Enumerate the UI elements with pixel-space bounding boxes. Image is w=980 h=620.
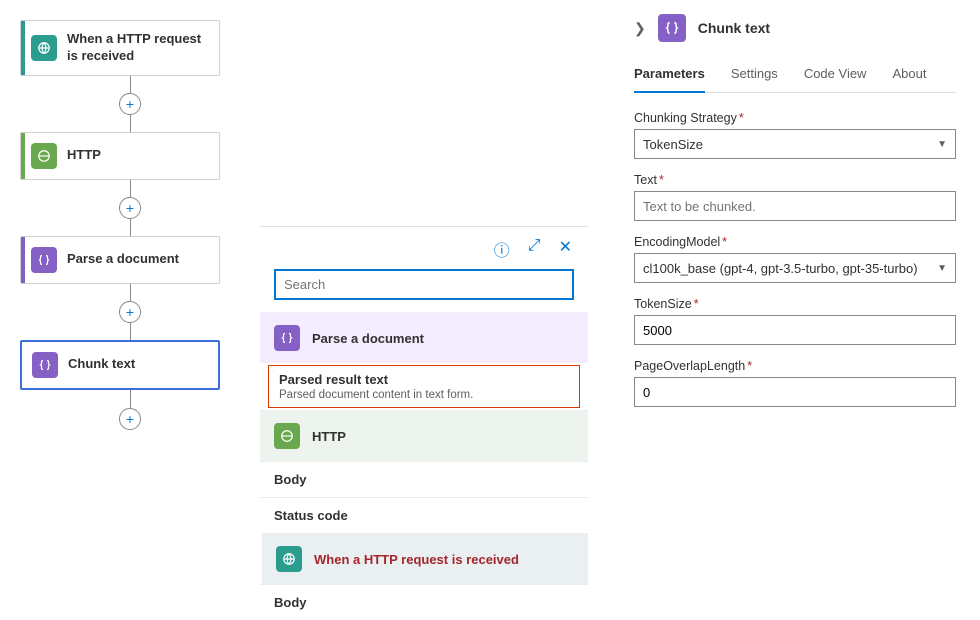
flow-canvas: When a HTTP request is received + HTTP +… [20, 20, 240, 430]
node-label: Chunk text [68, 356, 135, 373]
braces-icon [658, 14, 686, 42]
tab-settings[interactable]: Settings [731, 60, 778, 92]
search-input[interactable] [274, 269, 574, 300]
add-step-button[interactable]: + [119, 93, 141, 115]
input-tokensize[interactable] [634, 315, 956, 345]
connector: + [20, 390, 240, 430]
label-tokensize: TokenSize* [634, 297, 956, 311]
label-encoding: EncodingModel* [634, 235, 956, 249]
connector: + [20, 284, 240, 340]
tab-parameters[interactable]: Parameters [634, 60, 705, 93]
connector: + [20, 76, 240, 132]
node-label: When a HTTP request is received [67, 31, 209, 65]
chevron-down-icon: ▼ [937, 263, 947, 274]
braces-icon [31, 247, 57, 273]
expand-icon[interactable]: ⤢ [528, 237, 541, 261]
collapse-icon[interactable]: ❯ [634, 20, 646, 37]
add-step-button[interactable]: + [119, 408, 141, 430]
http-icon [31, 143, 57, 169]
node-chunk-text[interactable]: Chunk text [20, 340, 220, 390]
select-encoding[interactable]: cl100k_base (gpt-4, gpt-3.5-turbo, gpt-3… [634, 253, 956, 283]
node-http-request[interactable]: When a HTTP request is received [20, 20, 220, 76]
add-step-button[interactable]: + [119, 197, 141, 219]
popup-item-parsed-result[interactable]: Parsed result text Parsed document conte… [268, 365, 580, 408]
properties-panel: ❯ Chunk text Parameters Settings Code Vi… [610, 0, 980, 620]
braces-icon [32, 352, 58, 378]
braces-icon [274, 325, 300, 351]
tab-about[interactable]: About [892, 60, 926, 92]
request-icon [31, 35, 57, 61]
input-overlap[interactable] [634, 377, 956, 407]
popup-item-body2[interactable]: Body [260, 584, 588, 620]
label-text: Text* [634, 173, 956, 187]
node-parse-document[interactable]: Parse a document [20, 236, 220, 284]
label-strategy: Chunking Strategy* [634, 111, 956, 125]
http-icon [274, 423, 300, 449]
tab-codeview[interactable]: Code View [804, 60, 867, 92]
add-step-button[interactable]: + [119, 301, 141, 323]
info-icon[interactable]: ⓘ [494, 237, 510, 261]
input-text[interactable] [634, 191, 956, 221]
label-overlap: PageOverlapLength* [634, 359, 956, 373]
node-http[interactable]: HTTP [20, 132, 220, 180]
select-strategy[interactable]: TokenSize▼ [634, 129, 956, 159]
popup-item-body[interactable]: Body [260, 461, 588, 497]
node-label: HTTP [67, 147, 101, 164]
chevron-down-icon: ▼ [937, 139, 947, 150]
close-icon[interactable]: ✕ [559, 237, 572, 261]
popup-group-parse[interactable]: Parse a document [260, 312, 588, 363]
connector: + [20, 180, 240, 236]
popup-item-status[interactable]: Status code [260, 497, 588, 533]
popup-group-http[interactable]: HTTP [260, 410, 588, 461]
panel-tabs: Parameters Settings Code View About [634, 60, 956, 93]
node-label: Parse a document [67, 251, 179, 268]
dynamic-content-popup: ⓘ ⤢ ✕ Parse a document Parsed result tex… [260, 226, 588, 620]
popup-group-request[interactable]: When a HTTP request is received [262, 533, 588, 584]
request-icon [276, 546, 302, 572]
panel-title: Chunk text [698, 20, 770, 36]
